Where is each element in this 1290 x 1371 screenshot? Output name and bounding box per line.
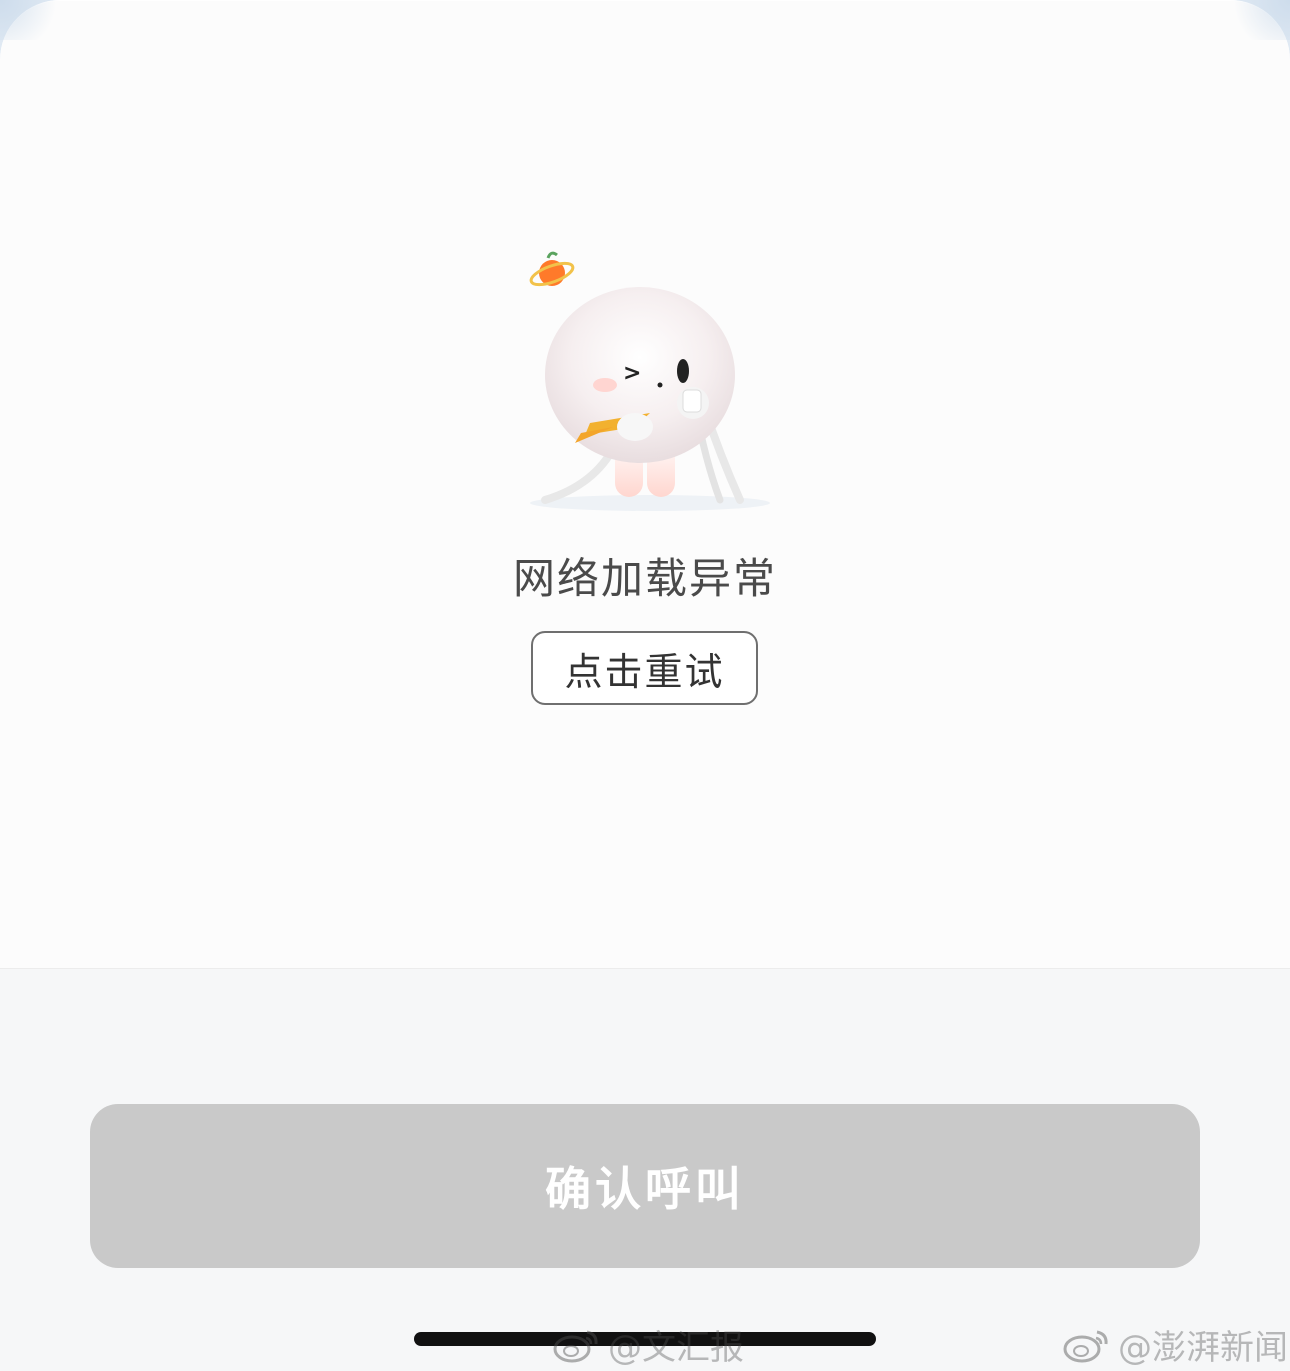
error-message: 网络加载异常 — [512, 554, 777, 603]
app-screen: > 网络加载异常 点击重试 确认呼叫 @文汇报 @澎湃新闻 — [0, 0, 1290, 1371]
svg-text:>: > — [623, 361, 641, 386]
home-indicator[interactable] — [414, 1332, 876, 1346]
confirm-call-button[interactable]: 确认呼叫 — [90, 1104, 1200, 1268]
network-error-illustration: > — [515, 245, 775, 515]
retry-button[interactable]: 点击重试 — [531, 631, 758, 705]
planet-icon — [529, 251, 575, 287]
